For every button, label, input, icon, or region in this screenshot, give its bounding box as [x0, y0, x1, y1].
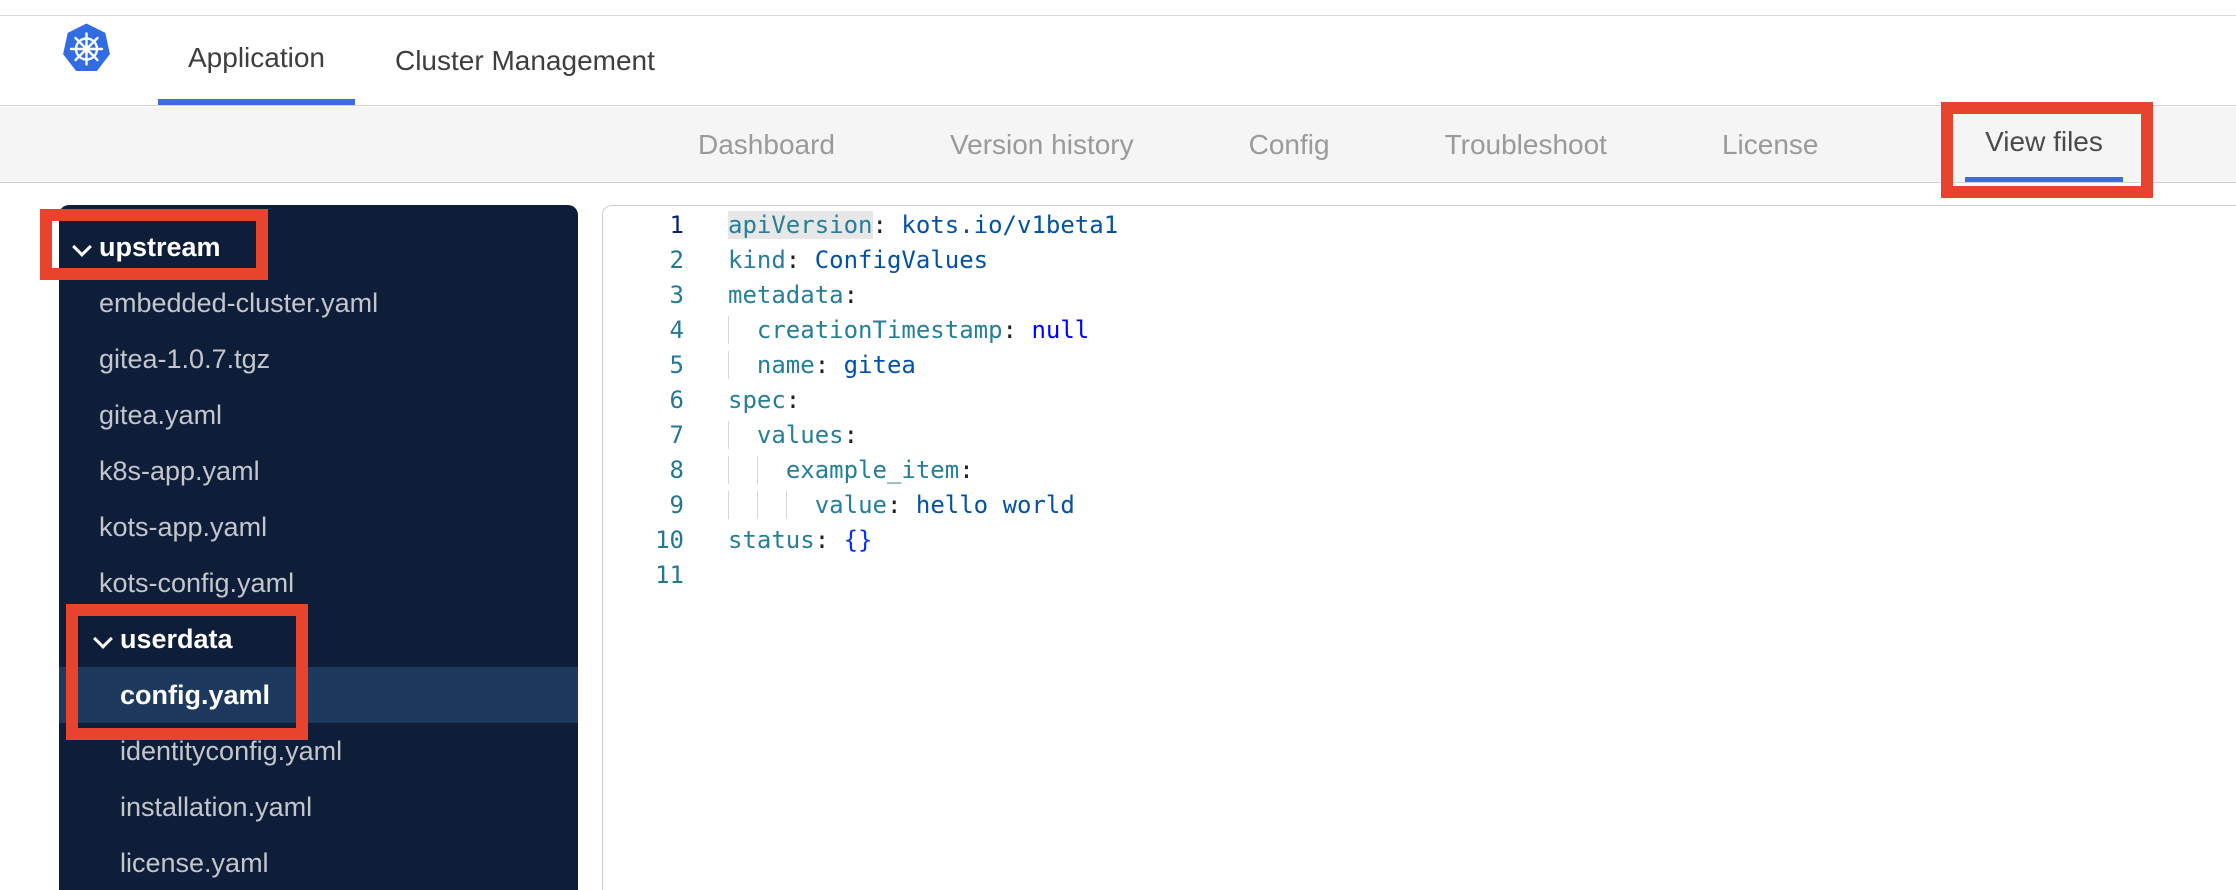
line-number: 4 [669, 316, 684, 344]
tree-file-config-yaml[interactable]: config.yaml [59, 667, 578, 723]
tree-item-label: config.yaml [120, 679, 271, 710]
code-line-8: 8 example_item: [603, 453, 2236, 488]
code-line-4: 4 creationTimestamp: null [603, 313, 2236, 348]
tab-dashboard[interactable]: Dashboard [698, 107, 835, 182]
tree-file-kots-app-yaml[interactable]: kots-app.yaml [59, 499, 578, 555]
file-tree-sidebar: upstream embedded-cluster.yaml gitea-1.0.7… [59, 205, 578, 890]
tree-item-label: upstream [99, 231, 221, 262]
line-number: 6 [669, 386, 684, 414]
code-line-9: 9 value: hello world [603, 488, 2236, 523]
line-number: 11 [655, 561, 684, 589]
tree-file-embedded-cluster-yaml[interactable]: embedded-cluster.yaml [59, 275, 578, 331]
code-text: name: gitea [684, 348, 916, 383]
yaml-editor[interactable]: 1 apiVersion: kots.io/v1beta1 2 kind: Confi… [602, 205, 2236, 890]
code-text: spec: [728, 386, 801, 414]
tree-folder-userdata[interactable]: userdata [59, 611, 578, 667]
tree-item-label: kots-config.yaml [99, 567, 295, 598]
code-text: creationTimestamp: null [684, 313, 1089, 348]
line-number: 8 [669, 456, 684, 484]
tree-item-label: kots-app.yaml [99, 511, 268, 542]
chevron-down-icon [72, 234, 99, 261]
line-number: 3 [669, 281, 684, 309]
tab-version-history[interactable]: Version history [950, 107, 1134, 182]
tree-item-label: license.yaml [120, 847, 269, 878]
line-number: 10 [655, 526, 684, 554]
code-line-10: 10 status: {} [603, 523, 2236, 558]
tree-file-installation-yaml[interactable]: installation.yaml [59, 779, 578, 835]
code-text: kind: ConfigValues [728, 246, 989, 274]
tab-troubleshoot[interactable]: Troubleshoot [1445, 107, 1607, 182]
line-number: 1 [669, 211, 684, 239]
tree-file-gitea-yaml[interactable]: gitea.yaml [59, 387, 578, 443]
tree-file-identityconfig-yaml[interactable]: identityconfig.yaml [59, 723, 578, 779]
header-tab-cluster-management[interactable]: Cluster Management [365, 16, 685, 105]
header-tabs: Application Cluster Management [158, 16, 685, 105]
code-line-2: 2 kind: ConfigValues [603, 243, 2236, 278]
header-tab-application[interactable]: Application [158, 16, 355, 105]
code-text: apiVersion: kots.io/v1beta1 [728, 211, 1119, 239]
line-number: 5 [669, 351, 684, 379]
line-number: 7 [669, 421, 684, 449]
code-text: value: hello world [684, 488, 1075, 523]
code-text: values: [684, 418, 858, 453]
code-text: metadata: [728, 281, 859, 309]
nav-items: Dashboard Version history Config Troublesho… [698, 107, 1818, 182]
tree-folder-upstream[interactable]: upstream [59, 219, 578, 275]
line-number: 2 [669, 246, 684, 274]
tree-item-label: gitea-1.0.7.tgz [99, 343, 271, 374]
tab-config[interactable]: Config [1249, 107, 1330, 182]
tree-item-label: gitea.yaml [99, 399, 223, 430]
code-line-5: 5 name: gitea [603, 348, 2236, 383]
chevron-down-icon [93, 626, 120, 653]
tree-file-k8s-app-yaml[interactable]: k8s-app.yaml [59, 443, 578, 499]
nav-bar: Dashboard Version history Config Troublesho… [0, 107, 2236, 183]
tree-item-label: installation.yaml [120, 791, 313, 822]
tab-license[interactable]: License [1722, 107, 1819, 182]
code-line-6: 6 spec: [603, 383, 2236, 418]
tree-file-kots-config-yaml[interactable]: kots-config.yaml [59, 555, 578, 611]
code-text: example_item: [684, 453, 974, 488]
tree-file-license-yaml[interactable]: license.yaml [59, 835, 578, 890]
tree-item-label: k8s-app.yaml [99, 455, 260, 486]
tab-view-files[interactable]: View files [1965, 107, 2123, 182]
tree-item-label: userdata [120, 623, 233, 654]
code-line-7: 7 values: [603, 418, 2236, 453]
code-line-11: 11 [603, 558, 2236, 593]
code-line-3: 3 metadata: [603, 278, 2236, 313]
code-text: status: {} [728, 526, 873, 554]
code-line-1: 1 apiVersion: kots.io/v1beta1 [603, 208, 2236, 243]
line-number: 9 [669, 491, 684, 519]
app-header: Application Cluster Management [0, 16, 2236, 106]
kubernetes-logo-icon [63, 22, 110, 75]
tree-item-label: embedded-cluster.yaml [99, 287, 379, 318]
tree-file-gitea-1-0-7-tgz[interactable]: gitea-1.0.7.tgz [59, 331, 578, 387]
tree-item-label: identityconfig.yaml [120, 735, 343, 766]
